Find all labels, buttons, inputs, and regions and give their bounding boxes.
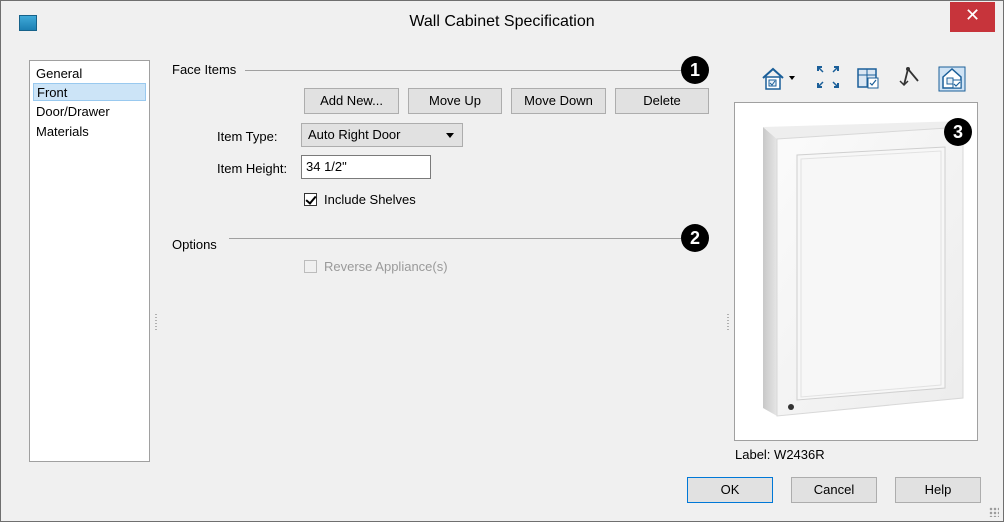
nav-item-label: General — [36, 66, 83, 81]
nav-item-label: Materials — [36, 124, 89, 139]
callout-3: 3 — [944, 118, 972, 146]
camera-view-icon — [762, 67, 795, 90]
cabinet-preview[interactable]: 3 — [734, 102, 978, 441]
cancel-button[interactable]: Cancel — [791, 477, 877, 503]
face-items-divider — [245, 70, 681, 71]
dialog-window: Wall Cabinet Specification ✕ General Fro… — [0, 0, 1004, 522]
add-new-button[interactable]: Add New... — [304, 88, 399, 114]
category-list[interactable]: General Front Door/Drawer Materials — [29, 60, 150, 462]
nav-item-front[interactable]: Front — [33, 83, 146, 101]
options-divider — [229, 238, 681, 239]
show-cabinet-icon — [857, 68, 879, 89]
window-title: Wall Cabinet Specification — [409, 13, 595, 30]
fill-window-icon — [817, 66, 839, 88]
move-down-button[interactable]: Move Down — [511, 88, 606, 114]
cabinet-render — [763, 121, 964, 417]
cabinet-label: Label: W2436R — [735, 447, 825, 462]
help-button[interactable]: Help — [895, 477, 981, 503]
nav-item-label: Door/Drawer — [36, 104, 110, 119]
splitter-grip-right[interactable] — [727, 314, 729, 332]
checkmark-icon — [305, 193, 317, 205]
reverse-appliance-checkbox[interactable] — [304, 260, 317, 273]
camera-view-button[interactable] — [759, 63, 799, 93]
item-type-value: Auto Right Door — [308, 127, 401, 142]
label-prefix: Label: — [735, 447, 771, 462]
include-shelves-checkbox[interactable] — [304, 193, 317, 206]
label-value: W2436R — [774, 447, 825, 462]
show-cabinet-button[interactable] — [855, 63, 883, 93]
nav-item-materials[interactable]: Materials — [33, 123, 149, 141]
ok-button[interactable]: OK — [687, 477, 773, 503]
item-type-dropdown[interactable]: Auto Right Door — [301, 123, 463, 147]
nav-item-door-drawer[interactable]: Door/Drawer — [33, 103, 149, 121]
close-icon: ✕ — [964, 5, 981, 26]
orbit-button[interactable] — [896, 63, 924, 93]
show-room-icon — [938, 66, 966, 92]
delete-button[interactable]: Delete — [615, 88, 709, 114]
options-heading: Options — [172, 237, 217, 252]
reverse-appliance-label: Reverse Appliance(s) — [324, 259, 448, 274]
include-shelves-label: Include Shelves — [324, 192, 416, 207]
fill-window-button[interactable] — [814, 63, 842, 93]
item-height-label: Item Height: — [217, 161, 288, 176]
callout-1: 1 — [681, 56, 709, 84]
close-button[interactable]: ✕ — [950, 2, 995, 32]
item-type-label: Item Type: — [217, 129, 278, 144]
face-items-heading: Face Items — [172, 62, 237, 77]
item-height-input[interactable]: 34 1/2" — [301, 155, 431, 179]
title-bar: Wall Cabinet Specification ✕ — [1, 1, 1003, 41]
nav-item-label: Front — [37, 85, 68, 100]
splitter-grip-left[interactable] — [155, 314, 157, 332]
dropdown-arrow-icon — [446, 133, 454, 138]
nav-item-general[interactable]: General — [33, 65, 149, 83]
resize-grip[interactable] — [989, 507, 999, 517]
callout-2: 2 — [681, 224, 709, 252]
show-room-button[interactable] — [937, 63, 967, 93]
move-up-button[interactable]: Move Up — [408, 88, 502, 114]
orbit-icon — [899, 67, 919, 87]
